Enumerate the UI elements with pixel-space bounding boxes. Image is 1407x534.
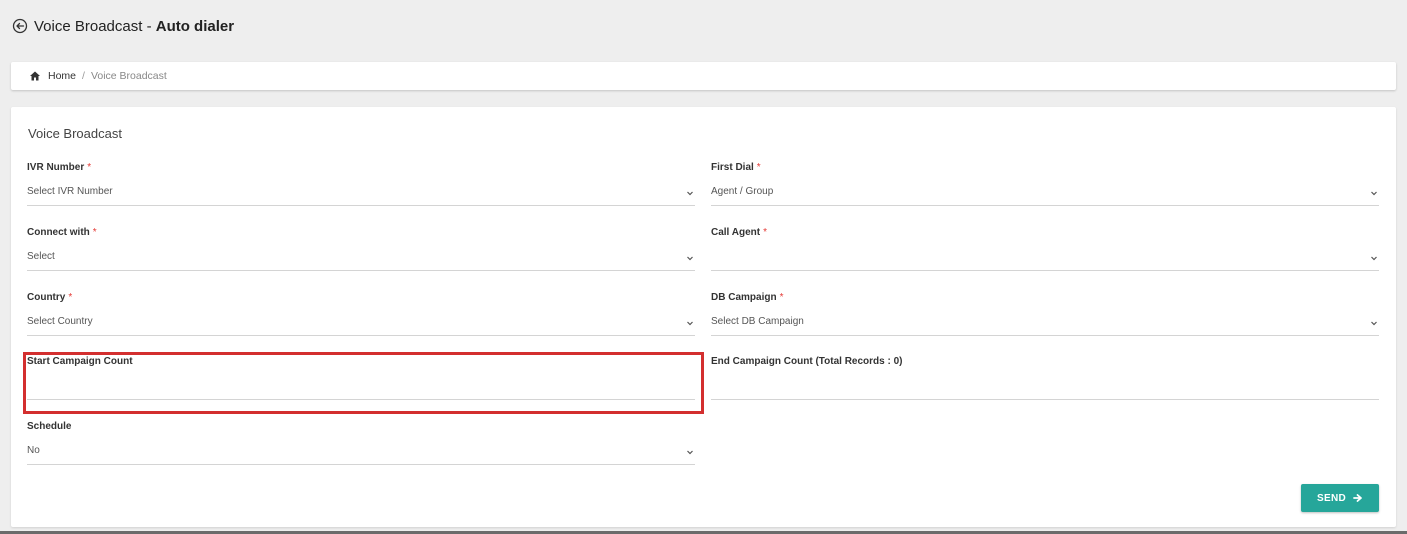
- required-marker: *: [763, 227, 767, 238]
- breadcrumb-current: Voice Broadcast: [90, 70, 167, 82]
- required-marker: *: [756, 162, 761, 173]
- required-marker: *: [92, 227, 97, 238]
- page-title: Voice Broadcast - Auto dialer: [34, 18, 234, 35]
- send-button[interactable]: SEND: [1301, 484, 1379, 512]
- country-select[interactable]: Select Country: [27, 311, 695, 336]
- start-campaign-count-label: Start Campaign Count: [27, 356, 133, 367]
- first-dial-label: First Dial *: [711, 162, 761, 173]
- chevron-down-icon: [1369, 318, 1379, 328]
- first-dial-select[interactable]: Agent / Group: [711, 181, 1379, 206]
- chevron-down-icon: [685, 447, 695, 457]
- connect-with-value: Select: [27, 251, 55, 262]
- back-arrow-icon[interactable]: [12, 18, 28, 34]
- first-dial-field: First Dial * Agent / Group: [711, 162, 1379, 222]
- top-header: Voice Broadcast - Auto dialer: [0, 0, 1407, 52]
- breadcrumb-home-link[interactable]: Home: [48, 70, 76, 82]
- breadcrumb-separator: /: [82, 70, 85, 82]
- chevron-down-icon: [1369, 253, 1379, 263]
- ivr-number-field: IVR Number * Select IVR Number: [27, 162, 695, 222]
- page-title-prefix: Voice Broadcast -: [34, 17, 156, 35]
- call-agent-label: Call Agent *: [711, 227, 767, 238]
- voice-broadcast-form: Voice Broadcast IVR Number * Select IVR N…: [11, 107, 1396, 527]
- end-campaign-count-label: End Campaign Count (Total Records : 0): [711, 356, 903, 367]
- chevron-down-icon: [685, 188, 695, 198]
- db-campaign-label: DB Campaign *: [711, 292, 784, 303]
- connect-with-label: Connect with *: [27, 227, 97, 238]
- connect-with-field: Connect with * Select: [27, 227, 695, 287]
- call-agent-field: Call Agent *: [711, 227, 1379, 287]
- chevron-down-icon: [685, 318, 695, 328]
- db-campaign-value: Select DB Campaign: [711, 316, 804, 327]
- required-marker: *: [779, 292, 784, 303]
- connect-with-select[interactable]: Select: [27, 246, 695, 271]
- required-marker: *: [87, 162, 92, 173]
- home-icon[interactable]: [29, 70, 41, 82]
- page-title-bold: Auto dialer: [155, 17, 235, 35]
- country-value: Select Country: [27, 316, 93, 327]
- ivr-number-label: IVR Number *: [27, 162, 92, 173]
- ivr-number-select[interactable]: Select IVR Number: [27, 181, 695, 206]
- end-campaign-count-field: End Campaign Count (Total Records : 0): [711, 356, 1379, 416]
- arrow-right-icon: [1353, 493, 1363, 503]
- db-campaign-select[interactable]: Select DB Campaign: [711, 311, 1379, 336]
- chevron-down-icon: [685, 253, 695, 263]
- schedule-label: Schedule: [27, 421, 72, 432]
- chevron-down-icon: [1369, 188, 1379, 198]
- start-campaign-count-input[interactable]: [27, 375, 695, 400]
- call-agent-select[interactable]: [711, 246, 1379, 271]
- schedule-field: Schedule No: [27, 421, 695, 481]
- db-campaign-field: DB Campaign * Select DB Campaign: [711, 292, 1379, 352]
- first-dial-value: Agent / Group: [711, 186, 774, 197]
- breadcrumb: Home / Voice Broadcast: [11, 62, 1396, 90]
- send-button-label: SEND: [1317, 492, 1346, 504]
- country-field: Country * Select Country: [27, 292, 695, 352]
- schedule-select[interactable]: No: [27, 440, 695, 465]
- schedule-value: No: [27, 445, 40, 456]
- card-title: Voice Broadcast: [28, 126, 122, 141]
- required-marker: *: [68, 292, 73, 303]
- country-label: Country *: [27, 292, 73, 303]
- start-campaign-count-field: Start Campaign Count: [27, 356, 695, 416]
- ivr-number-value: Select IVR Number: [27, 186, 113, 197]
- end-campaign-count-input[interactable]: [711, 375, 1379, 400]
